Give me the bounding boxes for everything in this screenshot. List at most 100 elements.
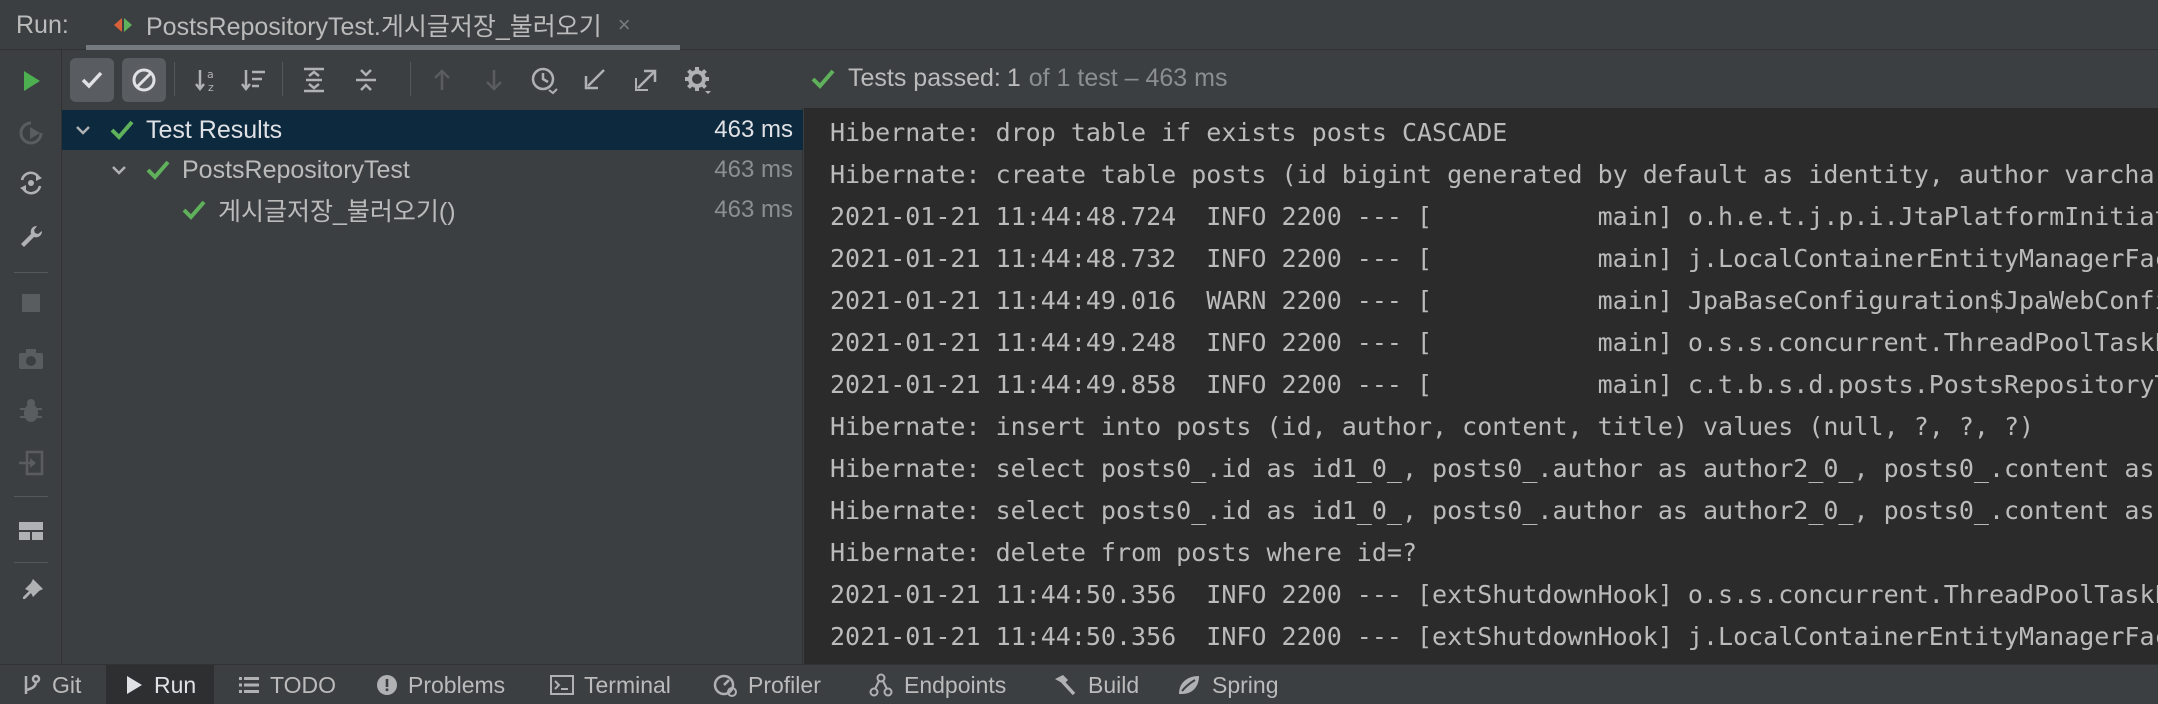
close-icon[interactable]: × — [618, 12, 631, 38]
tool-window-label: TODO — [270, 671, 337, 698]
previous-failed-button[interactable] — [420, 58, 464, 102]
gear-icon — [685, 67, 711, 94]
wrench-icon[interactable] — [12, 218, 50, 256]
tool-window-label: Spring — [1212, 671, 1279, 698]
settings-button[interactable] — [676, 58, 720, 102]
history-clock-icon — [531, 67, 558, 95]
run-tool-window: Run: PostsRepositoryTest.게시글저장_불러오기 × a … — [0, 0, 2158, 704]
layout-icon[interactable] — [12, 512, 50, 550]
console-output[interactable]: Hibernate: drop table if exists posts CA… — [804, 108, 2158, 664]
console-line: 2021-01-21 11:44:49.016 WARN 2200 --- [ … — [830, 286, 2158, 315]
tree-node-duration: 463 ms — [714, 196, 793, 223]
svg-text:a: a — [207, 68, 214, 81]
rerun-icon[interactable] — [12, 62, 50, 100]
console-line: 2021-01-21 11:44:48.732 INFO 2200 --- [ … — [830, 244, 2158, 273]
console-line: Hibernate: delete from posts where id=? — [830, 538, 1417, 567]
import-tests-button[interactable] — [572, 58, 616, 102]
console-line: Hibernate: select posts0_.id as id1_0_, … — [830, 454, 2155, 483]
tree-node-label: PostsRepositoryTest — [182, 155, 410, 184]
sort-by-duration-button[interactable] — [232, 58, 276, 102]
show-ignored-button[interactable] — [122, 58, 166, 102]
tool-window-profiler[interactable]: Profiler — [712, 665, 821, 704]
test-toolbar: az Tests passed: 1 of 1 test – 463 ms — [62, 50, 2158, 108]
ignored-icon — [132, 68, 156, 92]
hammer-icon — [1055, 675, 1076, 696]
tool-window-git[interactable]: Git — [20, 665, 91, 704]
tree-row-test-class[interactable]: PostsRepositoryTest 463 ms — [62, 150, 803, 190]
test-results-tree: Test Results 463 ms PostsRepositoryTest … — [62, 108, 803, 664]
pin-icon[interactable] — [12, 572, 50, 610]
expand-all-icon — [304, 67, 324, 93]
passed-check-icon — [811, 69, 835, 89]
console-line: Hibernate: select posts0_.id as id1_0_, … — [830, 496, 2155, 525]
collapse-all-button[interactable] — [344, 58, 388, 102]
debug-icon[interactable] — [12, 392, 50, 430]
tool-window-problems[interactable]: Problems — [376, 665, 505, 704]
console-line: 2021-01-21 11:44:48.724 INFO 2200 --- [ … — [830, 202, 2158, 231]
junit-config-icon — [114, 18, 132, 32]
tool-window-label: Profiler — [748, 671, 821, 698]
stop-icon[interactable] — [12, 284, 50, 322]
run-play-icon — [127, 676, 142, 694]
run-label: Run: — [16, 11, 69, 39]
tree-row-test-method[interactable]: 게시글저장_불러오기() 463 ms — [62, 190, 803, 230]
next-failed-button[interactable] — [472, 58, 516, 102]
toggle-auto-test-icon[interactable] — [12, 164, 50, 202]
git-branch-icon — [24, 674, 41, 694]
show-passed-button[interactable] — [70, 58, 114, 102]
tool-window-label: Terminal — [584, 671, 671, 698]
arrow-down-icon — [486, 70, 502, 91]
sort-alpha-icon: az — [195, 68, 214, 94]
exit-icon[interactable] — [12, 444, 50, 482]
console-line: 2021-01-21 11:44:49.248 INFO 2200 --- [ … — [830, 328, 2158, 357]
tree-node-label: Test Results — [146, 115, 283, 144]
passed-check-icon — [146, 160, 170, 180]
endpoints-icon — [869, 673, 893, 697]
run-tab-title: PostsRepositoryTest.게시글저장_불러오기 — [146, 13, 602, 41]
export-icon — [635, 69, 657, 91]
console-line: 2021-01-21 11:44:50.356 INFO 2200 --- [e… — [830, 580, 2158, 609]
tool-window-label: Problems — [408, 671, 506, 698]
sort-duration-icon — [241, 70, 265, 92]
spring-leaf-icon — [1179, 676, 1199, 694]
status-passed-label: Tests passed: — [848, 64, 1001, 92]
tool-window-todo[interactable]: TODO — [238, 665, 336, 704]
tree-node-duration: 463 ms — [714, 156, 793, 183]
tree-node-duration: 463 ms — [714, 116, 793, 143]
tool-window-endpoints[interactable]: Endpoints — [868, 665, 1006, 704]
tool-window-label: Endpoints — [904, 671, 1007, 698]
tool-window-build[interactable]: Build — [1052, 665, 1139, 704]
run-tab-bar: Run: PostsRepositoryTest.게시글저장_불러오기 × — [0, 0, 2158, 50]
camera-icon[interactable] — [12, 340, 50, 378]
tree-row-test-results[interactable]: Test Results 463 ms — [62, 110, 803, 150]
tool-window-run[interactable]: Run — [106, 665, 215, 704]
svg-text:z: z — [208, 81, 214, 94]
tool-window-terminal[interactable]: Terminal — [550, 665, 671, 704]
test-status-summary: Tests passed: 1 of 1 test – 463 ms — [810, 64, 1227, 93]
tool-window-spring[interactable]: Spring — [1176, 665, 1278, 704]
check-icon — [81, 71, 103, 89]
passed-check-icon — [110, 120, 134, 140]
console-line: 2021-01-21 11:44:50.356 INFO 2200 --- [e… — [830, 622, 2158, 651]
expand-all-button[interactable] — [292, 58, 336, 102]
sort-alphabetically-button[interactable]: az — [186, 58, 230, 102]
list-icon — [239, 677, 259, 693]
tool-window-label: Git — [52, 671, 82, 698]
console-line: 2021-01-21 11:44:49.858 INFO 2200 --- [ … — [830, 370, 2158, 399]
arrow-up-icon — [434, 69, 450, 90]
export-tests-button[interactable] — [624, 58, 668, 102]
run-actions-strip — [0, 50, 62, 664]
test-history-button[interactable] — [522, 58, 566, 102]
import-icon — [584, 69, 605, 90]
collapse-all-icon — [356, 69, 376, 91]
tool-window-label: Run — [154, 671, 197, 698]
run-config-tab[interactable]: PostsRepositoryTest.게시글저장_불러오기 × — [86, 0, 680, 50]
terminal-icon — [550, 675, 574, 695]
rerun-failed-icon[interactable] — [12, 114, 50, 152]
console-line: Hibernate: drop table if exists posts CA… — [830, 118, 1508, 147]
profiler-gauge-icon — [713, 674, 737, 697]
chevron-down-icon[interactable] — [74, 121, 92, 139]
status-passed-count: 1 — [1006, 64, 1021, 92]
passed-check-icon — [182, 200, 206, 220]
chevron-down-icon[interactable] — [110, 161, 128, 179]
